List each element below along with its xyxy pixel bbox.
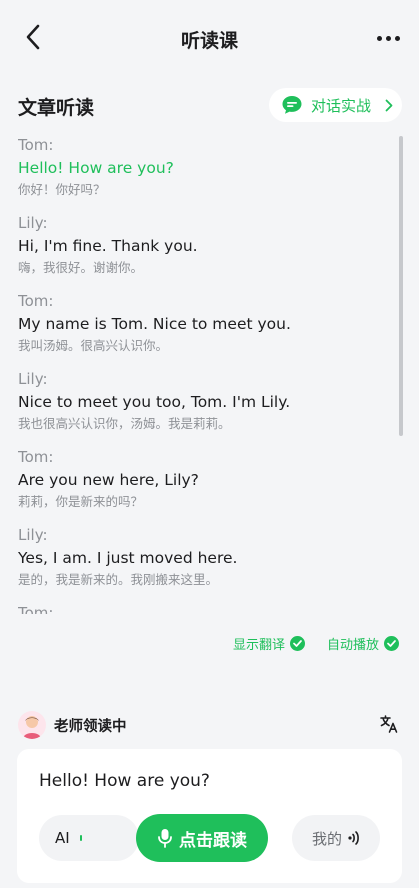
ai-playback-button[interactable]: AI xyxy=(39,815,139,861)
my-recording-button[interactable]: 我的 xyxy=(292,815,380,861)
speaker-name: Lily: xyxy=(18,214,48,232)
auto-play-label: 自动播放 xyxy=(326,638,379,653)
microphone-icon xyxy=(158,829,172,848)
translate-icon[interactable] xyxy=(379,714,399,738)
sound-wave-icon xyxy=(348,831,359,845)
dialogue-list[interactable]: Tom: Hello! How are you? 你好！你好吗？ Lily: H… xyxy=(18,134,388,614)
more-dot xyxy=(385,35,391,41)
speaker-name: Tom: xyxy=(18,136,54,154)
ai-label: AI xyxy=(55,829,70,847)
chinese-translation: 莉莉，你是新来的吗？ xyxy=(18,494,144,509)
speaker-name: Lily: xyxy=(18,526,48,544)
dialog-practice-label: 对话实战 xyxy=(311,96,372,115)
record-button[interactable]: 点击跟读 xyxy=(136,814,268,862)
show-translation-toggle[interactable]: 显示翻译 xyxy=(233,634,305,653)
speaker-name: Lily: xyxy=(18,370,48,388)
dialogue-line[interactable]: Tom: xyxy=(18,602,388,614)
current-sentence: Hello! How are you? xyxy=(39,771,210,791)
chinese-translation: 是的，我是新来的。我刚搬来这里。 xyxy=(18,572,219,587)
teacher-reading-label: 老师领读中 xyxy=(54,718,127,735)
english-sentence: Nice to meet you too, Tom. I'm Lily. xyxy=(18,393,291,411)
auto-play-toggle[interactable]: 自动播放 xyxy=(327,634,399,653)
teacher-avatar xyxy=(18,711,46,739)
speaker-name: Tom: xyxy=(18,292,54,310)
check-icon xyxy=(289,636,305,651)
english-sentence: Yes, I am. I just moved here. xyxy=(18,549,238,567)
audio-level-icon xyxy=(79,835,82,841)
more-dot xyxy=(394,35,400,41)
read-along-card: Hello! How are you? AI 点击跟读 我的 xyxy=(17,749,402,883)
back-button[interactable] xyxy=(18,22,48,52)
chinese-translation: 我叫汤姆。很高兴认识你。 xyxy=(18,338,169,353)
more-horizontal-icon xyxy=(376,35,382,41)
chevron-left-icon xyxy=(26,24,40,50)
chinese-translation: 我也很高兴认识你，汤姆。我是莉莉。 xyxy=(18,416,231,431)
my-recording-label: 我的 xyxy=(311,829,342,848)
section-title: 文章听读 xyxy=(18,97,95,119)
dialogue-line[interactable]: Lily: Nice to meet you too, Tom. I'm Lil… xyxy=(18,368,388,434)
record-label: 点击跟读 xyxy=(179,830,247,851)
dialogue-line[interactable]: Tom: Hello! How are you? 你好！你好吗？ xyxy=(18,134,388,200)
chinese-translation: 嗨，我很好。谢谢你。 xyxy=(18,260,144,275)
chat-bubble-icon xyxy=(282,96,302,114)
dialogue-line[interactable]: Lily: Yes, I am. I just moved here. 是的，我… xyxy=(18,524,388,590)
display-toggles: 显示翻译 自动播放 xyxy=(233,634,399,653)
english-sentence: Are you new here, Lily? xyxy=(18,471,199,489)
dialogue-line[interactable]: Tom: My name is Tom. Nice to meet you. 我… xyxy=(18,290,388,356)
dialogue-line[interactable]: Lily: Hi, I'm fine. Thank you. 嗨，我很好。谢谢你… xyxy=(18,212,388,278)
teacher-status: 老师领读中 xyxy=(18,710,401,740)
dialogue-line[interactable]: Tom: Are you new here, Lily? 莉莉，你是新来的吗？ xyxy=(18,446,388,512)
header: 听读课 xyxy=(0,0,419,78)
show-translation-label: 显示翻译 xyxy=(232,638,285,653)
check-icon xyxy=(384,636,399,651)
chinese-translation: 你好！你好吗？ xyxy=(18,182,106,197)
scrollbar-thumb[interactable] xyxy=(399,136,403,436)
english-sentence: Hello! How are you? xyxy=(18,159,174,177)
dialog-practice-button[interactable]: 对话实战 xyxy=(269,88,402,122)
chevron-right-icon xyxy=(385,99,393,111)
english-sentence: Hi, I'm fine. Thank you. xyxy=(18,237,198,255)
speaker-name: Tom: xyxy=(18,604,54,614)
english-sentence: My name is Tom. Nice to meet you. xyxy=(18,315,291,333)
speaker-name: Tom: xyxy=(18,448,54,466)
page-title: 听读课 xyxy=(180,29,238,52)
more-button[interactable] xyxy=(373,24,403,52)
